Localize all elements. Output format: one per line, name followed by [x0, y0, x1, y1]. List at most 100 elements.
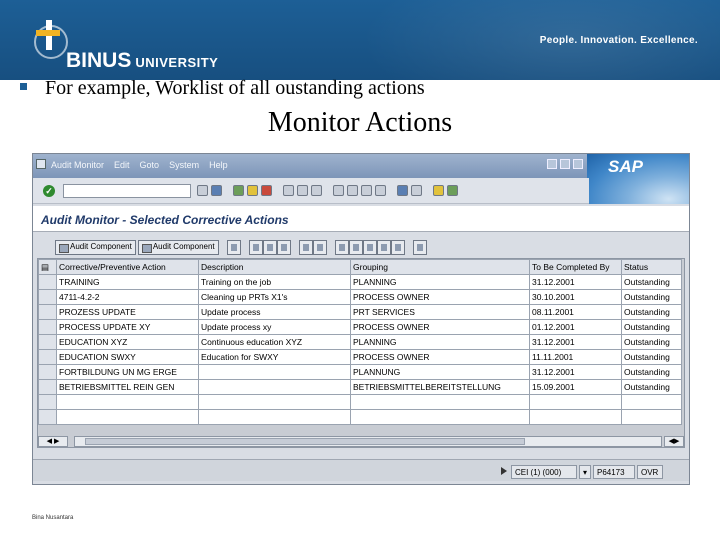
sum-icon[interactable] [312, 239, 327, 255]
table-row[interactable]: FORTBILDUNG UN MG ERGE PLANNUNG 31.12.20… [38, 364, 682, 380]
details-icon[interactable] [226, 239, 241, 255]
status-dropdown-icon[interactable]: ▾ [579, 465, 591, 479]
table-row[interactable]: PROZESS UPDATE Update process PRT SERVIC… [38, 304, 682, 320]
cell-status[interactable]: Outstanding [621, 379, 682, 395]
row-selector[interactable] [38, 274, 57, 290]
cell-description[interactable]: Training on the job [198, 274, 351, 290]
cell-action[interactable]: EDUCATION XYZ [56, 334, 199, 350]
cell-description[interactable]: Update process [198, 304, 351, 320]
layout-menu-icon[interactable] [447, 185, 458, 196]
column-header-description[interactable]: Description [198, 259, 351, 275]
cell-action[interactable]: PROCESS UPDATE XY [56, 319, 199, 335]
next-page-icon[interactable] [361, 185, 372, 196]
horizontal-scrollbar-left[interactable]: ◀ ▶ [38, 436, 68, 447]
cell-due-date[interactable]: 01.12.2001 [529, 319, 622, 335]
horizontal-scrollbar-right[interactable]: ◀▶ [664, 436, 684, 447]
column-header-grouping[interactable]: Grouping [350, 259, 530, 275]
audit-component-button[interactable]: Audit Component [55, 239, 136, 255]
cell-description[interactable] [198, 364, 351, 380]
cell-grouping[interactable]: PLANNING [350, 334, 530, 350]
cell-grouping[interactable]: PROCESS OWNER [350, 289, 530, 305]
cell-status[interactable]: Outstanding [621, 349, 682, 365]
cell-action[interactable]: PROZESS UPDATE [56, 304, 199, 320]
row-selector[interactable] [38, 349, 57, 365]
cell-status[interactable]: Outstanding [621, 274, 682, 290]
cell-grouping[interactable]: PROCESS OWNER [350, 349, 530, 365]
cell-action[interactable]: FORTBILDUNG UN MG ERGE [56, 364, 199, 380]
cell-due-date[interactable]: 15.09.2001 [529, 379, 622, 395]
cell-due-date[interactable]: 08.11.2001 [529, 304, 622, 320]
select-all-icon[interactable]: ▤ [38, 259, 57, 275]
back-arrow-icon[interactable] [197, 185, 208, 196]
table-row[interactable]: EDUCATION XYZ Continuous education XYZ P… [38, 334, 682, 350]
cell-grouping[interactable]: BETRIEBSMITTELBEREITSTELLUNG [350, 379, 530, 395]
menu-help[interactable]: Help [209, 160, 228, 170]
print-icon[interactable] [283, 185, 294, 196]
sort-ascending-icon[interactable] [248, 239, 263, 255]
cell-grouping[interactable]: PROCESS OWNER [350, 319, 530, 335]
row-selector[interactable] [38, 319, 57, 335]
enter-check-icon[interactable]: ✓ [43, 185, 55, 197]
table-row[interactable]: BETRIEBSMITTEL REIN GEN BETRIEBSMITTELBE… [38, 379, 682, 395]
cell-status[interactable]: Outstanding [621, 319, 682, 335]
cell-status[interactable]: Outstanding [621, 364, 682, 380]
sort-descending-icon[interactable] [262, 239, 277, 255]
row-selector[interactable] [38, 334, 57, 350]
exit-icon[interactable] [247, 185, 258, 196]
cell-due-date[interactable]: 31.12.2001 [529, 334, 622, 350]
filter-icon[interactable] [276, 239, 291, 255]
new-session-icon[interactable] [397, 185, 408, 196]
cell-description[interactable] [198, 379, 351, 395]
close-icon[interactable] [573, 159, 583, 169]
change-layout-icon[interactable] [390, 239, 405, 255]
cell-due-date[interactable]: 31.12.2001 [529, 364, 622, 380]
window-menu-icon[interactable] [36, 159, 46, 169]
audit-component-button-2[interactable]: Audit Component [137, 239, 219, 255]
row-selector[interactable] [38, 304, 57, 320]
cell-due-date[interactable]: 11.11.2001 [529, 349, 622, 365]
back-icon[interactable] [233, 185, 244, 196]
column-header-status[interactable]: Status [621, 259, 682, 275]
cell-description[interactable]: Cleaning up PRTs X1's [198, 289, 351, 305]
find-icon[interactable] [297, 185, 308, 196]
cancel-icon[interactable] [261, 185, 272, 196]
cell-grouping[interactable]: PLANNUNG [350, 364, 530, 380]
cell-action[interactable]: EDUCATION SWXY [56, 349, 199, 365]
cell-status[interactable]: Outstanding [621, 289, 682, 305]
cell-description[interactable]: Continuous education XYZ [198, 334, 351, 350]
cell-due-date[interactable]: 31.12.2001 [529, 274, 622, 290]
menu-audit-monitor[interactable]: Audit Monitor [51, 160, 104, 170]
choose-layout-icon[interactable] [412, 239, 427, 255]
cell-description[interactable]: Update process xy [198, 319, 351, 335]
column-header-action[interactable]: Corrective/Preventive Action [56, 259, 199, 275]
menu-edit[interactable]: Edit [114, 160, 130, 170]
column-header-due-date[interactable]: To Be Completed By [529, 259, 622, 275]
cell-grouping[interactable]: PRT SERVICES [350, 304, 530, 320]
cell-action[interactable]: TRAINING [56, 274, 199, 290]
maximize-icon[interactable] [560, 159, 570, 169]
help-icon[interactable] [433, 185, 444, 196]
first-page-icon[interactable] [333, 185, 344, 196]
cell-action[interactable]: BETRIEBSMITTEL REIN GEN [56, 379, 199, 395]
horizontal-scrollbar[interactable] [74, 436, 662, 447]
minimize-icon[interactable] [547, 159, 557, 169]
scrollbar-thumb[interactable] [85, 438, 525, 445]
status-mode[interactable]: OVR [637, 465, 663, 479]
table-row[interactable]: PROCESS UPDATE XY Update process xy PROC… [38, 319, 682, 335]
cell-due-date[interactable]: 30.10.2001 [529, 289, 622, 305]
spreadsheet-icon[interactable] [362, 239, 377, 255]
cell-status[interactable]: Outstanding [621, 334, 682, 350]
find-next-icon[interactable] [311, 185, 322, 196]
table-row[interactable]: 4711-4.2-2 Cleaning up PRTs X1's PROCESS… [38, 289, 682, 305]
cell-description[interactable]: Education for SWXY [198, 349, 351, 365]
row-selector[interactable] [38, 289, 57, 305]
row-selector[interactable] [38, 364, 57, 380]
row-selector[interactable] [38, 379, 57, 395]
command-field[interactable] [63, 184, 191, 198]
find-in-list-icon[interactable] [298, 239, 313, 255]
cell-status[interactable]: Outstanding [621, 304, 682, 320]
menu-system[interactable]: System [169, 160, 199, 170]
table-row[interactable]: EDUCATION SWXY Education for SWXY PROCES… [38, 349, 682, 365]
table-row[interactable]: TRAINING Training on the job PLANNING 31… [38, 274, 682, 290]
status-expand-icon[interactable] [501, 467, 507, 475]
